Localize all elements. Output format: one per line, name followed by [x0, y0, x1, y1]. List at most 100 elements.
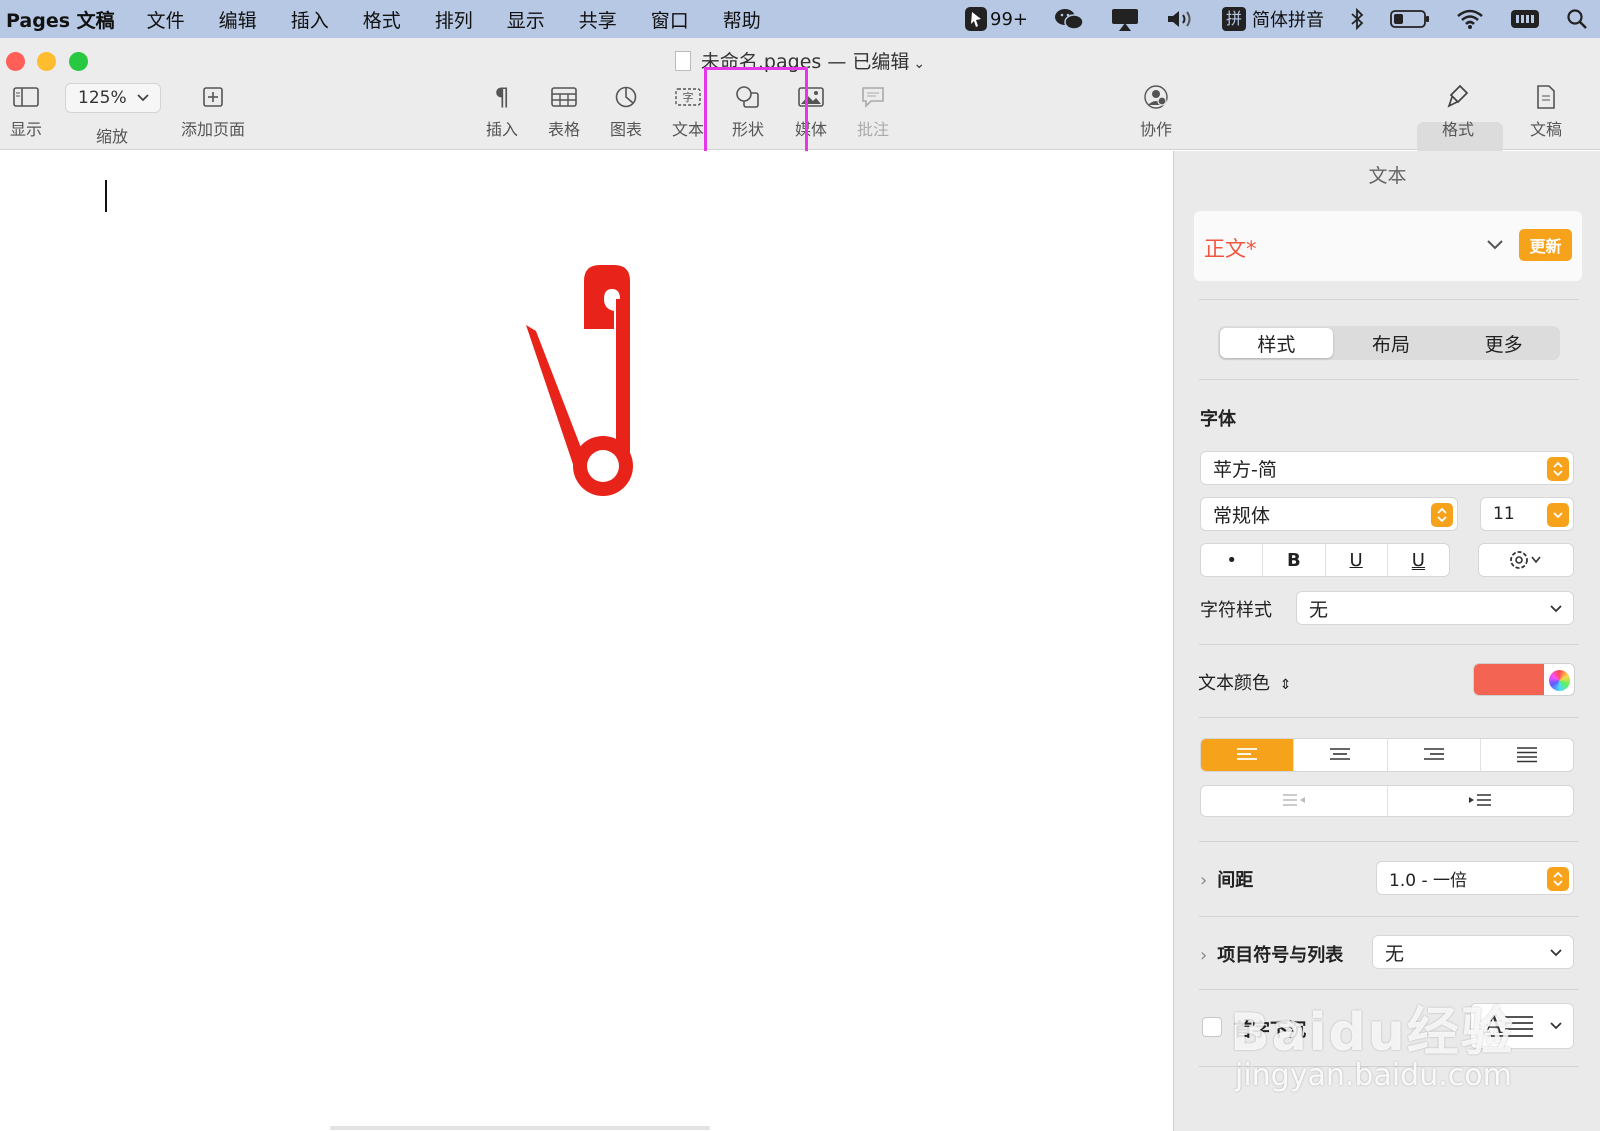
menu-arrange[interactable]: 排列: [435, 6, 473, 33]
font-weight-stepper: [1431, 503, 1453, 527]
drop-cap-checkbox[interactable]: [1202, 1017, 1222, 1037]
font-size-field[interactable]: 11: [1480, 497, 1574, 531]
safety-pin-icon[interactable]: [520, 259, 650, 509]
table-button[interactable]: 表格: [548, 82, 580, 140]
document-canvas[interactable]: [0, 151, 1173, 1131]
input-method-label: 简体拼音: [1252, 10, 1324, 31]
paragraph-style-picker[interactable]: 正文* 更新: [1194, 211, 1582, 281]
menu-insert[interactable]: 插入: [291, 6, 329, 33]
airplay-icon[interactable]: [1110, 7, 1140, 31]
menu-window[interactable]: 窗口: [651, 6, 689, 33]
bullets-value: 无: [1385, 942, 1405, 965]
font-family-stepper: [1547, 457, 1569, 481]
bullets-disclosure[interactable]: › 项目符号与列表: [1200, 941, 1343, 967]
tab-more[interactable]: 更多: [1447, 326, 1560, 360]
pilcrow-icon: ¶: [494, 83, 510, 111]
update-style-button[interactable]: 更新: [1519, 229, 1572, 261]
align-center-button[interactable]: [1294, 739, 1388, 771]
document-icon: [674, 51, 691, 71]
drop-cap-style-select[interactable]: A: [1470, 1003, 1574, 1049]
battery-icon[interactable]: [1390, 9, 1430, 29]
menu-format[interactable]: 格式: [363, 6, 401, 33]
input-method[interactable]: 拼 简体拼音: [1222, 6, 1324, 32]
pinyin-icon: 拼: [1222, 7, 1246, 31]
align-left-button[interactable]: [1201, 739, 1295, 771]
font-family-select[interactable]: 苹方-简: [1200, 451, 1574, 485]
decrease-indent-button[interactable]: [1201, 786, 1388, 816]
double-underline-button[interactable]: U: [1388, 544, 1449, 576]
spacing-stepper: [1547, 867, 1569, 891]
font-section-label: 字体: [1200, 409, 1236, 430]
text-format-buttons: • B U U: [1200, 543, 1450, 577]
format-label: 格式: [1442, 120, 1475, 139]
comment-button[interactable]: 批注: [857, 82, 889, 140]
char-style-label: 字符样式: [1200, 600, 1272, 621]
collaborate-label: 协作: [1140, 120, 1173, 139]
advanced-options-button[interactable]: [1478, 543, 1574, 577]
spacing-select[interactable]: 1.0 - 一倍: [1376, 861, 1574, 895]
indent-buttons: [1200, 785, 1574, 817]
text-color-well[interactable]: [1473, 663, 1575, 696]
wechat-icon[interactable]: [1054, 7, 1084, 31]
drop-cap-label: 首字下沉: [1234, 1020, 1306, 1041]
font-size-stepper[interactable]: [1547, 503, 1569, 527]
spotlight-search-icon[interactable]: [1566, 8, 1588, 30]
format-inspector: 文本 正文* 更新 样式 布局 更多 字体 苹方-简 常规体 11 • B U …: [1173, 151, 1600, 1131]
chevron-down-icon: [1550, 605, 1562, 613]
cursor-app-icon: [965, 7, 987, 31]
text-box-button[interactable]: 字 文本: [672, 82, 704, 140]
app-menu[interactable]: Pages 文稿: [6, 6, 115, 33]
document-button[interactable]: 文稿: [1530, 82, 1562, 140]
svg-text:A: A: [1484, 1011, 1503, 1039]
volume-icon[interactable]: [1166, 8, 1196, 30]
chart-label: 图表: [610, 120, 643, 139]
bold-button[interactable]: B: [1263, 544, 1326, 576]
zoom-label: 缩放: [96, 127, 129, 146]
bluetooth-icon[interactable]: [1350, 8, 1364, 30]
zoom-select[interactable]: 125%: [65, 83, 161, 113]
bullets-select[interactable]: 无: [1372, 935, 1574, 969]
view-button[interactable]: 显示: [10, 82, 42, 140]
text-box-icon: 字: [675, 88, 701, 106]
tab-style[interactable]: 样式: [1220, 328, 1333, 358]
char-style-select[interactable]: 无: [1296, 591, 1574, 625]
comment-label: 批注: [857, 120, 890, 139]
menu-help[interactable]: 帮助: [723, 6, 761, 33]
increase-indent-button[interactable]: [1388, 786, 1574, 816]
align-left-icon: [1237, 748, 1258, 760]
add-page-button[interactable]: 添加页面: [181, 82, 245, 140]
spacing-disclosure[interactable]: › 间距: [1200, 866, 1253, 892]
table-label: 表格: [548, 120, 581, 139]
align-right-button[interactable]: [1388, 739, 1481, 771]
char-style-value: 无: [1309, 598, 1329, 621]
divider: [1199, 299, 1579, 300]
font-weight-select[interactable]: 常规体: [1200, 497, 1458, 531]
title-chevron-icon: ⌄: [913, 56, 926, 72]
collaborate-button[interactable]: 协作: [1140, 82, 1172, 140]
underline-button[interactable]: U: [1326, 544, 1388, 576]
bullet-format-button[interactable]: •: [1201, 544, 1264, 576]
font-size-value: 11: [1493, 504, 1515, 524]
format-button[interactable]: 格式: [1442, 82, 1474, 140]
inspector-tabs: 样式 布局 更多: [1218, 326, 1560, 360]
tab-layout[interactable]: 布局: [1335, 326, 1448, 360]
menu-view[interactable]: 显示: [507, 6, 545, 33]
keyboard-icon[interactable]: [1510, 8, 1540, 30]
notification-status[interactable]: 99+: [965, 7, 1028, 31]
pie-chart-icon: [615, 86, 637, 108]
align-center-icon: [1330, 748, 1351, 760]
scroll-indicator[interactable]: [330, 1126, 710, 1130]
chart-button[interactable]: 图表: [610, 82, 642, 140]
insert-button[interactable]: ¶ 插入: [486, 82, 518, 140]
menu-file[interactable]: 文件: [147, 6, 185, 33]
menu-edit[interactable]: 编辑: [219, 6, 257, 33]
color-wheel-icon[interactable]: [1549, 670, 1570, 691]
collaborate-icon: [1144, 85, 1168, 109]
wifi-icon[interactable]: [1456, 8, 1484, 30]
paintbrush-icon: [1447, 84, 1469, 108]
align-justify-button[interactable]: [1481, 739, 1573, 771]
text-color-label[interactable]: 文本颜色 ⇕: [1198, 669, 1291, 695]
text-color-swatch[interactable]: [1474, 664, 1544, 695]
add-page-icon: [203, 87, 223, 107]
menu-share[interactable]: 共享: [579, 6, 617, 33]
